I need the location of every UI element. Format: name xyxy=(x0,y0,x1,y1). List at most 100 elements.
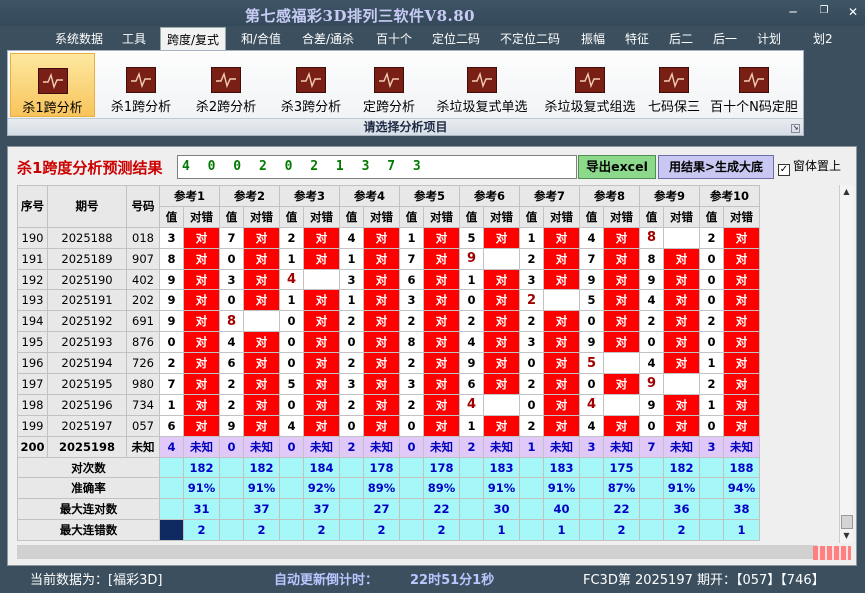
menu-tools[interactable]: 工具 xyxy=(122,30,146,47)
stats-value: 37 xyxy=(303,498,340,521)
ribbon-kill1-span-1[interactable]: 杀1跨分析 xyxy=(10,53,95,117)
col-header-ref: 参考8 xyxy=(579,185,640,207)
pin-window-checkbox[interactable]: ✓ 窗体置上 xyxy=(778,157,841,176)
cell-value: 4 xyxy=(459,331,484,354)
cell-hit: 对 xyxy=(243,226,280,249)
cell-hit: 对 xyxy=(243,393,280,416)
stats-empty xyxy=(399,456,424,479)
chart-line-icon xyxy=(575,67,605,93)
cell-hit: 对 xyxy=(423,414,460,437)
stats-value: 1 xyxy=(543,519,580,542)
stats-empty xyxy=(399,519,424,542)
menu-plan[interactable]: 计划 xyxy=(757,30,781,47)
cell-period: 2025188 xyxy=(47,226,127,249)
horizontal-scrollbar[interactable] xyxy=(17,545,817,559)
col-header-ref: 参考4 xyxy=(339,185,400,207)
result-field[interactable]: 4 0 0 2 0 2 1 3 7 3 xyxy=(177,155,577,179)
title-bar: 第七感福彩3D排列三软件V8.80 ─ ❐ ✕ xyxy=(0,0,865,26)
ribbon-kill-junk-group[interactable]: 杀垃圾复式组选 xyxy=(538,53,642,117)
cell-value: 1 xyxy=(459,414,484,437)
table-row[interactable]: 190 2025188 018 3 对 7 对 2 对 4 对 1 对 5 对 1 对 4 对 8 2 对 xyxy=(17,226,760,249)
menu-last-one[interactable]: 后一 xyxy=(713,30,737,47)
col-header-value: 值 xyxy=(579,205,604,228)
cell-hit: 对 xyxy=(543,352,580,375)
ribbon-n-code[interactable]: 百十个N码定胆 xyxy=(707,53,801,117)
cell-value: 4 xyxy=(279,268,304,291)
table-row[interactable]: 191 2025189 907 8 对 0 对 1 对 1 对 7 对 9 2 对 7 对 8 对 0 对 xyxy=(17,247,760,270)
table-row[interactable]: 199 2025197 057 6 对 9 对 4 对 0 对 0 对 1 对 2 对 4 对 0 对 0 对 xyxy=(17,414,760,437)
table-row[interactable]: 195 2025193 876 0 对 4 对 0 对 0 对 8 对 4 对 3 对 9 对 0 对 0 对 xyxy=(17,331,760,354)
stats-empty xyxy=(339,498,364,521)
table-row[interactable]: 198 2025196 734 1 对 2 对 0 对 2 对 2 对 4 0 对 4 9 对 1 对 xyxy=(17,393,760,416)
ribbon-caption-text: 请选择分析项目 xyxy=(363,120,448,134)
cell-value: 0 xyxy=(519,352,544,375)
cell-unknown: 未知 xyxy=(663,435,700,458)
generate-base-button[interactable]: 用结果>生成大底 xyxy=(658,155,774,179)
cell-hit: 对 xyxy=(423,310,460,333)
cell-predicted-value: 1 xyxy=(519,435,544,458)
table-row[interactable]: 194 2025192 691 9 对 8 0 对 2 对 2 对 2 对 2 对 0 对 2 对 2 对 xyxy=(17,310,760,333)
stats-empty xyxy=(219,477,244,500)
menu-amplitude[interactable]: 振幅 xyxy=(581,30,605,47)
stats-value: 2 xyxy=(603,519,640,542)
minimize-button[interactable]: ─ xyxy=(785,5,801,19)
menu-span-compound[interactable]: 跨度/复式 xyxy=(160,27,227,50)
expand-icon[interactable]: ↘ xyxy=(791,124,800,133)
menu-plan-2[interactable]: 划2 xyxy=(813,30,833,47)
cell-hit: 对 xyxy=(723,268,760,291)
cell-hit: 对 xyxy=(603,331,640,354)
stats-empty xyxy=(579,456,604,479)
ribbon-kill2-span[interactable]: 杀2跨分析 xyxy=(186,53,266,117)
col-header-ref: 参考3 xyxy=(279,185,340,207)
table-row[interactable]: 193 2025191 202 9 对 0 对 1 对 1 对 3 对 0 对 2 5 对 4 对 0 对 xyxy=(17,289,760,312)
col-header-hit: 对错 xyxy=(543,205,580,228)
menu-last-two[interactable]: 后二 xyxy=(669,30,693,47)
restore-button[interactable]: ❐ xyxy=(816,5,832,16)
scroll-down-icon[interactable]: ▼ xyxy=(840,529,853,543)
cell-hit: 对 xyxy=(723,289,760,312)
export-excel-button[interactable]: 导出excel xyxy=(578,155,656,179)
table-row-pending[interactable]: 200 2025198 未知 4 未知 0 未知 0 未知 2 未知 0 未知 2 未知 1 未知 3 未知 7 未知 3… xyxy=(17,435,760,458)
cell-value: 1 xyxy=(699,352,724,375)
cell-value: 0 xyxy=(579,310,604,333)
table-row[interactable]: 197 2025195 980 7 对 2 对 5 对 3 对 3 对 6 对 2 对 0 对 9 2 对 xyxy=(17,373,760,395)
menu-diff-kill[interactable]: 合差/通杀 xyxy=(302,30,354,47)
cell-value: 2 xyxy=(459,310,484,333)
col-header-ref: 参考6 xyxy=(459,185,520,207)
cell-value: 5 xyxy=(459,226,484,249)
ribbon-kill1-span-2[interactable]: 杀1跨分析 xyxy=(101,53,181,117)
table-row[interactable]: 192 2025190 402 9 对 3 对 4 3 对 6 对 1 对 3 对 9 对 9 对 0 对 xyxy=(17,268,760,291)
cell-seq: 192 xyxy=(17,268,48,291)
ribbon-seven-code[interactable]: 七码保三 xyxy=(643,53,705,117)
countdown-label: 自动更新倒计时： xyxy=(274,573,379,588)
ribbon-kill3-span[interactable]: 杀3跨分析 xyxy=(271,53,351,117)
vertical-scrollbar[interactable]: ▲ ▼ xyxy=(839,185,853,543)
stats-value: 91% xyxy=(483,477,520,500)
menu-nonposition-2[interactable]: 不定位二码 xyxy=(500,30,560,47)
cell-hit: 对 xyxy=(423,352,460,375)
stats-value: 92% xyxy=(303,477,340,500)
scroll-up-icon[interactable]: ▲ xyxy=(840,185,853,199)
stats-label: 对次数 xyxy=(17,456,160,479)
cell-unknown: 未知 xyxy=(423,435,460,458)
ribbon-kill-junk-single[interactable]: 杀垃圾复式单选 xyxy=(430,53,534,117)
col-header-value: 值 xyxy=(159,205,184,228)
cell-hit: 对 xyxy=(723,331,760,354)
menu-system-data[interactable]: 系统数据 xyxy=(55,30,103,47)
ribbon-fixed-span[interactable]: 定跨分析 xyxy=(356,53,422,117)
table-row[interactable]: 196 2025194 726 2 对 6 对 0 对 2 对 2 对 9 对 0 对 5 4 对 1 对 xyxy=(17,352,760,375)
stats-value: 175 xyxy=(603,456,640,479)
cell-hit: 对 xyxy=(363,310,400,333)
menu-hundreds[interactable]: 百十个 xyxy=(376,30,412,47)
menu-sum[interactable]: 和/合值 xyxy=(241,30,281,47)
cell-seq: 196 xyxy=(17,352,48,375)
scrollbar-thumb[interactable] xyxy=(841,515,853,529)
menu-feature[interactable]: 特征 xyxy=(625,30,649,47)
menu-position-2[interactable]: 定位二码 xyxy=(432,30,480,47)
col-header-seq: 序号 xyxy=(17,185,48,228)
close-button[interactable]: ✕ xyxy=(845,5,861,19)
cell-period: 2025189 xyxy=(47,247,127,270)
cell-predicted-value: 7 xyxy=(639,435,664,458)
col-header-ref: 参考7 xyxy=(519,185,580,207)
stats-value: 91% xyxy=(543,477,580,500)
